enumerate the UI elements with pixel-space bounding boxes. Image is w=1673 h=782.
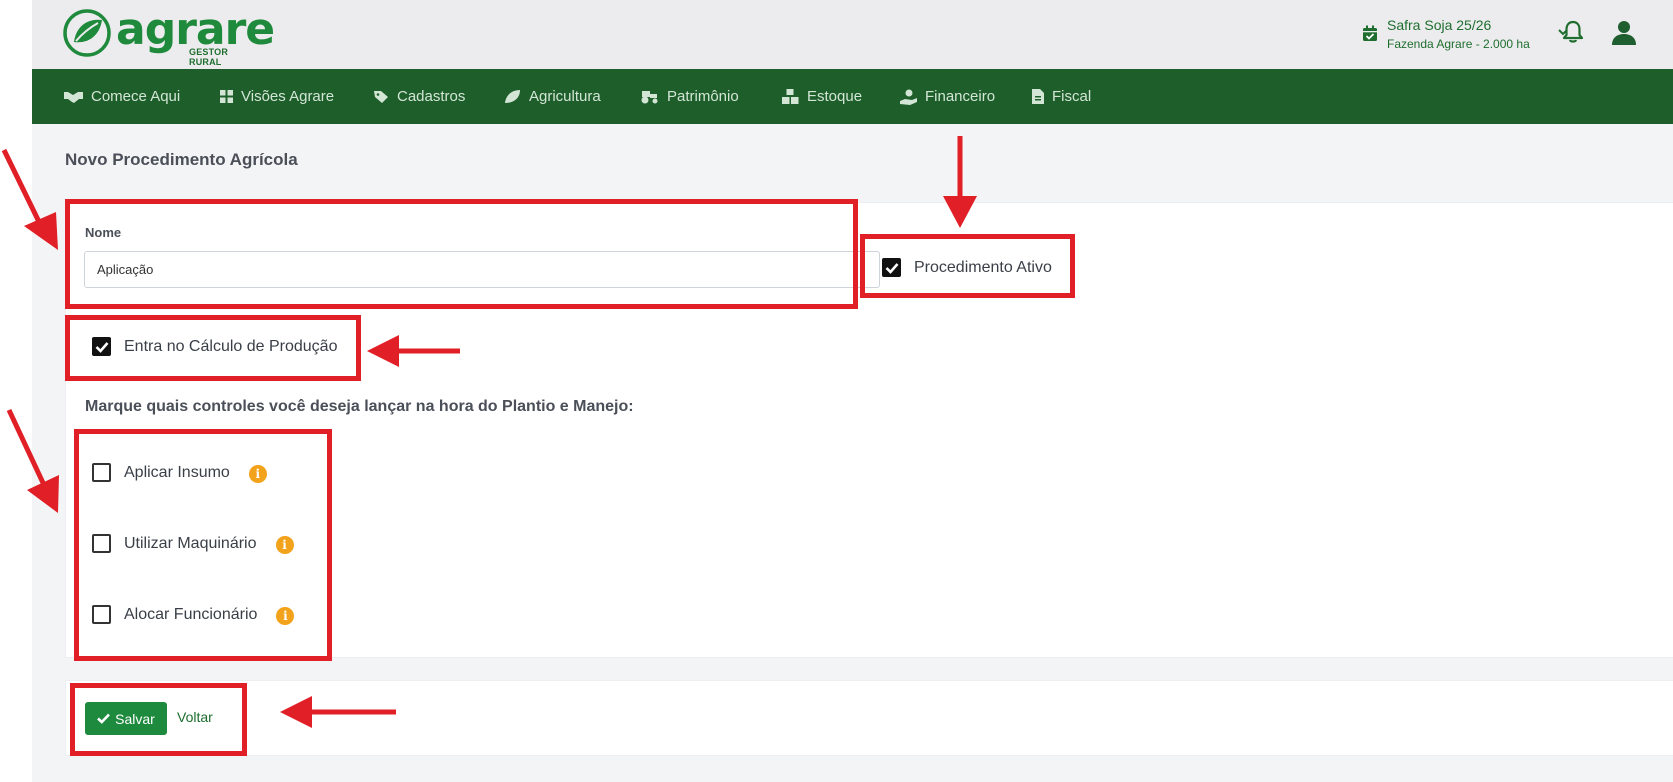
nav-label: Estoque	[807, 88, 863, 105]
calendar-check-icon	[1363, 25, 1377, 41]
main-nav: Comece Aqui Visões Agrare Cadastros Agri…	[32, 69, 1673, 124]
nav-item-comece-aqui[interactable]: Comece Aqui	[64, 69, 180, 124]
nav-item-visoes-agrare[interactable]: Visões Agrare	[220, 69, 334, 124]
annotation-box-actions	[70, 683, 247, 756]
nav-item-cadastros[interactable]: Cadastros	[374, 69, 465, 124]
nav-item-fiscal[interactable]: Fiscal	[1032, 69, 1091, 124]
nav-label: Comece Aqui	[91, 88, 181, 105]
file-invoice-icon	[1032, 89, 1044, 104]
annotation-box-ativo	[860, 234, 1075, 298]
annotation-box-calculo	[65, 315, 361, 381]
boxes-icon	[782, 89, 799, 104]
season-selector[interactable]: Safra Soja 25/26 Fazenda Agrare - 2.000 …	[1362, 13, 1577, 57]
annotation-box-controls	[74, 429, 332, 661]
tag-icon	[374, 90, 388, 103]
nav-label: Financeiro	[925, 88, 996, 105]
season-title: Safra Soja 25/26	[1387, 17, 1492, 33]
nav-item-financeiro[interactable]: Financeiro	[900, 69, 995, 124]
nav-item-patrimonio[interactable]: Patrimônio	[640, 69, 739, 124]
agrare-logo[interactable]: agrare GESTOR RURAL	[62, 4, 275, 67]
nav-label: Agricultura	[529, 88, 601, 105]
season-farm: Fazenda Agrare - 2.000 ha	[1387, 37, 1530, 51]
annotation-box-nome	[65, 199, 858, 309]
leaf-logo-icon	[63, 9, 111, 57]
hand-coin-icon	[900, 89, 917, 105]
nav-label: Patrimônio	[667, 88, 739, 105]
nav-label: Visões Agrare	[241, 88, 335, 105]
actions-card	[65, 680, 1673, 756]
tractor-icon	[641, 91, 658, 104]
top-bar: agrare GESTOR RURAL Safra Soja 25/26 Faz…	[32, 0, 1673, 69]
leaf-icon	[505, 90, 520, 103]
bell-icon[interactable]	[1562, 20, 1584, 44]
nav-item-estoque[interactable]: Estoque	[782, 69, 862, 124]
nav-label: Cadastros	[397, 88, 466, 105]
user-icon[interactable]	[1610, 18, 1638, 46]
app-shell: agrare GESTOR RURAL Safra Soja 25/26 Faz…	[32, 0, 1673, 782]
controls-question: Marque quais controles você deseja lança…	[85, 398, 634, 415]
grid-icon	[220, 90, 233, 103]
nav-item-agricultura[interactable]: Agricultura	[504, 69, 601, 124]
handshake-icon	[64, 92, 83, 103]
page-title: Novo Procedimento Agrícola	[65, 150, 298, 169]
nav-label: Fiscal	[1052, 88, 1092, 105]
logo-subtitle: GESTOR RURAL	[189, 47, 229, 67]
